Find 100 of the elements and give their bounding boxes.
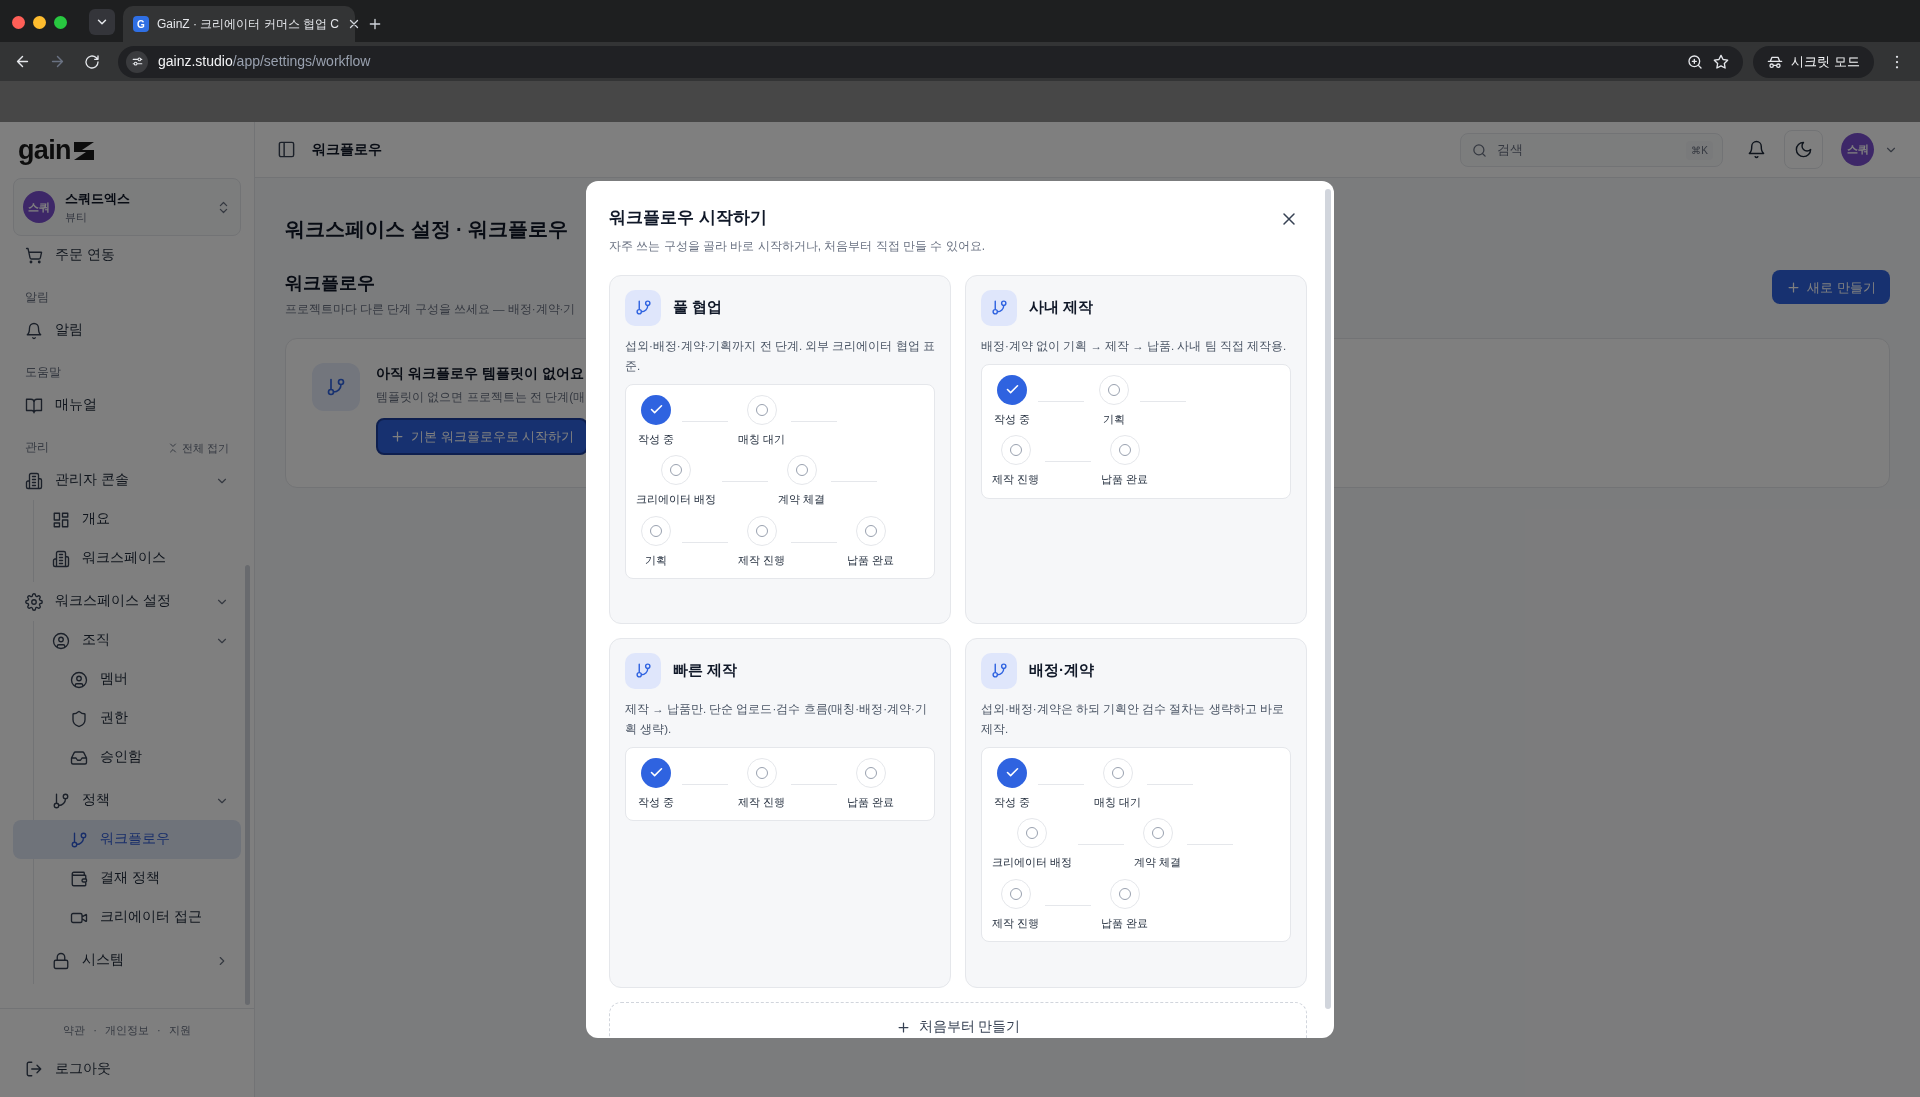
- collapse-all-button[interactable]: 전체 접기: [166, 439, 229, 457]
- step-marker: [746, 757, 777, 788]
- step-marker: [1099, 374, 1129, 405]
- branch-icon: [70, 830, 88, 849]
- sidebar-item[interactable]: 매뉴얼: [13, 386, 241, 425]
- address-bar[interactable]: gainz.studio/app/settings/workflow: [118, 45, 1744, 78]
- step-label: 기획: [645, 552, 667, 568]
- sliders-icon: [130, 55, 144, 68]
- separator: ·: [157, 1022, 161, 1038]
- search-icon: [1472, 142, 1487, 158]
- section-description: 프로젝트마다 다른 단계 구성을 쓰세요 — 배정·계약·기: [285, 302, 576, 317]
- step-label: 매칭 대기: [738, 431, 786, 447]
- logo-text: gain: [18, 136, 71, 164]
- branch-icon: [634, 299, 652, 316]
- sidebar-item[interactable]: 권한: [13, 699, 241, 738]
- workspace-switcher[interactable]: 스쿼 스쿼드엑스 뷰티: [13, 178, 241, 236]
- inbox-icon: [70, 748, 88, 767]
- theme-toggle-button[interactable]: [1784, 130, 1823, 169]
- step-marker: [1000, 878, 1031, 909]
- template-description: 제작 → 납품만. 단순 업로드·검수 흐름(매칭·배정·계약·기획 생략).: [625, 701, 928, 737]
- bell-icon[interactable]: [1747, 140, 1766, 159]
- sidebar-item[interactable]: 크리에이터 접근: [13, 898, 241, 937]
- window-minimize-button[interactable]: [33, 15, 46, 29]
- template-title: 배정·계약: [1029, 660, 1094, 681]
- logout-button[interactable]: 로그아웃: [13, 1051, 241, 1087]
- sidebar-item[interactable]: 조직: [13, 621, 241, 660]
- user-icon: [52, 631, 70, 650]
- step-marker: [855, 515, 886, 546]
- template-card[interactable]: 배정·계약 섭외·배정·계약은 하되 기획안 검수 절차는 생략하고 바로 제작. 작성 중 매칭 대기 크리에이터 배정 계약 체결 제작 진행 납품 완료: [965, 637, 1307, 988]
- sidebar-item[interactable]: 승인함: [13, 738, 241, 777]
- branch-icon: [634, 662, 652, 679]
- tab-search-button[interactable]: [89, 9, 115, 35]
- new-tab-icon[interactable]: [367, 16, 383, 32]
- dialog-title: 워크플로우 시작하기: [609, 207, 768, 229]
- section-title: 워크플로우: [285, 272, 376, 295]
- sidebar-item[interactable]: 워크스페이스 설정: [13, 582, 241, 621]
- bell-icon: [25, 321, 43, 340]
- profile-button[interactable]: 시크릿 모드: [1753, 45, 1874, 78]
- step-label: 납품 완료: [847, 794, 895, 810]
- star-icon[interactable]: [1713, 53, 1730, 70]
- sidebar-item[interactable]: 결재 정책: [13, 859, 241, 898]
- step-label: 작성 중: [637, 431, 675, 447]
- window-zoom-button[interactable]: [54, 15, 67, 29]
- step-label: 납품 완료: [847, 552, 895, 568]
- new-button[interactable]: 새로 만들기: [1772, 270, 1890, 305]
- template-title: 빠른 제작: [673, 660, 738, 681]
- step-label: 납품 완료: [1101, 472, 1149, 487]
- logout-icon: [25, 1060, 43, 1078]
- moon-icon: [1794, 140, 1813, 159]
- user-icon: [70, 670, 88, 689]
- back-icon[interactable]: [14, 53, 31, 70]
- forward-icon[interactable]: [49, 53, 66, 70]
- step-marker: [641, 515, 671, 546]
- sidebar-item[interactable]: 개요: [13, 500, 241, 539]
- close-icon[interactable]: [347, 17, 361, 31]
- step-marker: [1102, 757, 1133, 788]
- empty-state-title: 아직 워크플로우 템플릿이 없어요: [376, 364, 585, 384]
- reload-icon[interactable]: [84, 53, 100, 70]
- template-title: 사내 제작: [1029, 297, 1094, 318]
- sidebar-item[interactable]: 관리자 콘솔: [13, 461, 241, 500]
- start-default-button[interactable]: 기본 워크플로우로 시작하기: [376, 418, 589, 456]
- plus-icon: [1786, 279, 1802, 295]
- separator: ·: [93, 1022, 97, 1038]
- sidebar-toggle-icon[interactable]: [277, 140, 296, 159]
- branch-icon: [326, 377, 346, 398]
- sidebar-item[interactable]: 주문 연동: [13, 236, 241, 275]
- step-label: 제작 진행: [738, 552, 786, 568]
- sidebar-item[interactable]: 멤버: [13, 660, 241, 699]
- sidebar-item[interactable]: 알림: [13, 311, 241, 350]
- branch-icon: [52, 791, 70, 810]
- template-card[interactable]: 사내 제작 배정·계약 없이 기획 → 제작 → 납품. 사내 팀 직접 제작용. 작성 중 기획 제작 진행 납품 완료: [965, 274, 1307, 624]
- step-marker: [1142, 818, 1173, 848]
- sidebar-item[interactable]: 정책: [13, 781, 241, 820]
- avatar: 스쿼: [23, 191, 55, 223]
- footer-link[interactable]: 약관: [63, 1021, 86, 1039]
- step-marker: [1017, 818, 1048, 848]
- wallet-icon: [70, 869, 88, 888]
- footer-link[interactable]: 개인정보: [105, 1021, 149, 1039]
- window-close-button[interactable]: [12, 15, 25, 29]
- create-from-scratch-button[interactable]: 처음부터 만들기: [609, 1001, 1307, 1038]
- section-heading: 관리: [25, 440, 49, 456]
- sidebar-item[interactable]: 시스템: [13, 941, 241, 980]
- step-label: 계약 체결: [778, 492, 826, 507]
- favicon: G: [133, 16, 149, 32]
- sidebar-item[interactable]: 워크스페이스: [13, 539, 241, 578]
- footer-link[interactable]: 지원: [168, 1021, 191, 1039]
- site-info-button[interactable]: [126, 50, 148, 73]
- shield-icon: [70, 709, 88, 728]
- template-card[interactable]: 빠른 제작 제작 → 납품만. 단순 업로드·검수 흐름(매칭·배정·계약·기획 생략). 작성 중 제작 진행 납품 완료: [609, 637, 951, 988]
- template-card[interactable]: 풀 협업 섭외·배정·계약·기획까지 전 단계. 외부 크리에이터 협업 표준. 작성 중 매칭 대기 크리에이터 배정 계약 체결 기획 제작 진행 납품 완료: [609, 274, 951, 624]
- template-description: 섭외·배정·계약은 하되 기획안 검수 절차는 생략하고 바로 제작.: [981, 701, 1285, 737]
- step-label: 계약 체결: [1134, 855, 1182, 870]
- sidebar-item[interactable]: 워크플로우: [13, 820, 241, 859]
- zoom-icon[interactable]: [1687, 53, 1704, 70]
- workspace-name: 스쿼드엑스: [65, 190, 131, 208]
- step-marker: [1109, 878, 1140, 909]
- section-heading: 알림: [25, 290, 49, 306]
- template-description: 배정·계약 없이 기획 → 제작 → 납품. 사내 팀 직접 제작용.: [981, 338, 1288, 354]
- avatar[interactable]: 스쿼: [1841, 133, 1874, 166]
- building-icon: [52, 549, 70, 568]
